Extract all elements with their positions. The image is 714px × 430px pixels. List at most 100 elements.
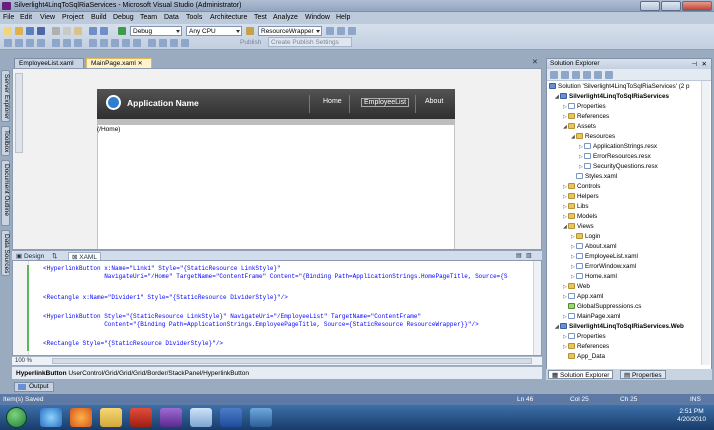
tree-item[interactable]: ▷ SecurityQuestions.resx: [579, 163, 658, 171]
tree-item[interactable]: ▷ References: [563, 113, 609, 121]
visual-studio-taskbar-icon[interactable]: [160, 408, 182, 427]
tree-item[interactable]: ▷ Properties: [563, 333, 606, 341]
server-explorer-tab[interactable]: Server Explorer: [1, 70, 10, 122]
menu-view[interactable]: View: [40, 14, 55, 21]
start-button[interactable]: [6, 407, 27, 428]
menu-project[interactable]: Project: [62, 14, 84, 21]
copy-icon[interactable]: [63, 27, 71, 35]
content-frame[interactable]: [97, 125, 455, 249]
toolbox-icon[interactable]: [348, 27, 356, 35]
menu-team[interactable]: Team: [140, 14, 157, 21]
tree-item[interactable]: Solution 'Silverlight4LinqToSqlRiaServic…: [549, 83, 690, 91]
order-icon[interactable]: [133, 39, 141, 47]
menu-analyze[interactable]: Analyze: [273, 14, 298, 21]
lock-icon[interactable]: [159, 39, 167, 47]
tree-item[interactable]: ◢ Silverlight4LinqToSqlRiaServices.Web: [555, 323, 684, 331]
spacing-icon[interactable]: [111, 39, 119, 47]
view-code-icon[interactable]: [583, 71, 591, 79]
design-surface[interactable]: Application Name Home EmployeeList About…: [12, 68, 542, 250]
menu-edit[interactable]: Edit: [20, 14, 32, 21]
media-player-icon[interactable]: [130, 408, 152, 427]
align-icon[interactable]: [89, 39, 97, 47]
firefox-icon[interactable]: [70, 408, 92, 427]
bookmark-prev-icon[interactable]: [63, 39, 71, 47]
pin-icon[interactable]: ⊣: [691, 60, 697, 68]
close-tab-icon[interactable]: ✕: [138, 61, 143, 67]
tree-item[interactable]: ▷ ApplicationStrings.resx: [579, 143, 657, 151]
data-sources-tab[interactable]: Data Sources: [1, 230, 10, 276]
tree-item[interactable]: ▷ Models: [563, 213, 597, 221]
vertical-split-icon[interactable]: ▥: [526, 252, 532, 259]
tab-employeelist-xaml[interactable]: EmployeeList.xaml: [14, 58, 84, 68]
toolbox-tab[interactable]: Toolbox: [1, 126, 10, 156]
bookmark-next-icon[interactable]: [74, 39, 82, 47]
menu-window[interactable]: Window: [305, 14, 330, 21]
solution-configuration-select[interactable]: Debug: [130, 26, 182, 36]
tree-item[interactable]: ◢ Resources: [571, 133, 615, 141]
tree-item[interactable]: ◢ Silverlight4LinqToSqlRiaServices: [555, 93, 669, 101]
menu-architecture[interactable]: Architecture: [210, 14, 247, 21]
publish-button[interactable]: Publish: [240, 39, 261, 46]
window-thumbnail-icon[interactable]: [190, 408, 212, 427]
menu-help[interactable]: Help: [336, 14, 350, 21]
tree-item[interactable]: ▷ App.xaml: [563, 293, 603, 301]
breadcrumb-path[interactable]: UserControl/Grid/Grid/Grid/Border/StackP…: [68, 370, 249, 377]
new-project-icon[interactable]: [4, 27, 12, 35]
solution-explorer-icon[interactable]: [326, 27, 334, 35]
breadcrumb-current[interactable]: HyperlinkButton: [16, 370, 67, 377]
nav-link-home[interactable]: Home: [323, 98, 342, 105]
comment-icon[interactable]: [4, 39, 12, 47]
menu-data[interactable]: Data: [164, 14, 179, 21]
center-icon[interactable]: [122, 39, 130, 47]
start-debugging-icon[interactable]: [118, 27, 126, 35]
cut-icon[interactable]: [52, 27, 60, 35]
outdent-icon[interactable]: [37, 39, 45, 47]
solution-platform-select[interactable]: Any CPU: [186, 26, 242, 36]
menu-test[interactable]: Test: [254, 14, 267, 21]
tree-item[interactable]: ▷ ErrorWindow.xaml: [571, 263, 636, 271]
menu-debug[interactable]: Debug: [113, 14, 134, 21]
menu-tools[interactable]: Tools: [186, 14, 202, 21]
editor-vertical-scrollbar[interactable]: [533, 261, 541, 355]
tree-item[interactable]: ▷ Helpers: [563, 193, 599, 201]
tree-item[interactable]: ◢ Assets: [563, 123, 596, 131]
close-panel-icon[interactable]: ✕: [702, 60, 707, 68]
tree-item[interactable]: App_Data: [563, 353, 605, 360]
tree-item[interactable]: ▷ MainPage.xaml: [563, 313, 620, 321]
redo-icon[interactable]: [100, 27, 108, 35]
tree-item[interactable]: ▷ References: [563, 343, 609, 351]
publish-settings-select[interactable]: Create Publish Settings: [268, 37, 352, 47]
view-designer-icon[interactable]: [594, 71, 602, 79]
solution-explorer-scrollbar[interactable]: [701, 81, 710, 365]
close-button[interactable]: [682, 1, 712, 11]
minimize-button[interactable]: [640, 1, 660, 11]
properties-icon[interactable]: [550, 71, 558, 79]
format-icon[interactable]: [148, 39, 156, 47]
show-all-files-icon[interactable]: [561, 71, 569, 79]
close-document-icon[interactable]: ✕: [532, 58, 538, 66]
nav-link-employeelist[interactable]: EmployeeList: [361, 98, 410, 107]
internet-explorer-icon[interactable]: [40, 408, 62, 427]
menu-build[interactable]: Build: [91, 14, 107, 21]
uncomment-icon[interactable]: [15, 39, 23, 47]
class-diagram-icon[interactable]: [605, 71, 613, 79]
tree-item[interactable]: ▷ Controls: [563, 183, 600, 191]
menu-file[interactable]: File: [3, 14, 14, 21]
maximize-button[interactable]: [661, 1, 681, 11]
editor-horizontal-scrollbar[interactable]: [52, 358, 532, 364]
grid-icon[interactable]: [181, 39, 189, 47]
explorer-folder-icon[interactable]: [100, 408, 122, 427]
indent-icon[interactable]: [26, 39, 34, 47]
app-icon[interactable]: [250, 408, 272, 427]
zoom-slider[interactable]: [15, 73, 23, 153]
tree-item[interactable]: ▷ About.xaml: [571, 243, 617, 251]
save-icon[interactable]: [26, 27, 34, 35]
word-icon[interactable]: [220, 408, 242, 427]
horizontal-split-icon[interactable]: ▤: [516, 252, 522, 259]
tab-properties[interactable]: ▤ Properties: [620, 370, 666, 379]
output-tab[interactable]: Output: [14, 382, 54, 392]
tab-mainpage-xaml[interactable]: MainPage.xaml ✕: [86, 58, 152, 68]
save-all-icon[interactable]: [37, 27, 45, 35]
tree-item[interactable]: GlobalSuppressions.cs: [563, 303, 641, 311]
tree-item[interactable]: ▷ Login: [571, 233, 600, 241]
